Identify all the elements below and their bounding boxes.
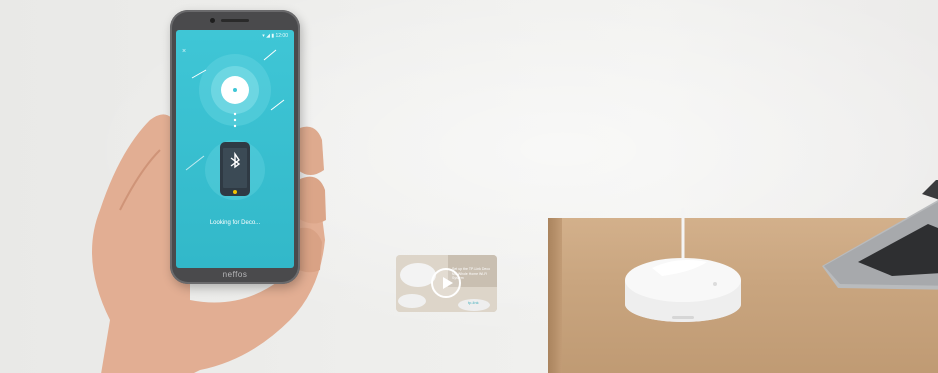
deco-router xyxy=(625,258,741,322)
phone-brand-logo: neffos xyxy=(222,270,248,279)
front-camera xyxy=(210,18,215,23)
hero-scene: ▾ ◢ ▮ 12:00 × Looking for Deco... neffos… xyxy=(0,0,938,373)
smartphone: ▾ ◢ ▮ 12:00 × Looking for Deco... neffos xyxy=(170,10,300,284)
video-thumbnail[interactable]: Set up the TP-Link Deco M5 Whole Home Wi… xyxy=(396,255,497,312)
laptop xyxy=(822,180,938,290)
earpiece xyxy=(221,19,249,22)
status-caption: Looking for Deco... xyxy=(209,220,261,226)
tplink-logo: tp-link xyxy=(468,300,479,305)
pairing-illustration xyxy=(185,49,285,200)
phone-screen: ▾ ◢ ▮ 12:00 × Looking for Deco... xyxy=(176,30,294,268)
desk-edge xyxy=(548,218,562,373)
play-icon[interactable] xyxy=(431,268,461,298)
